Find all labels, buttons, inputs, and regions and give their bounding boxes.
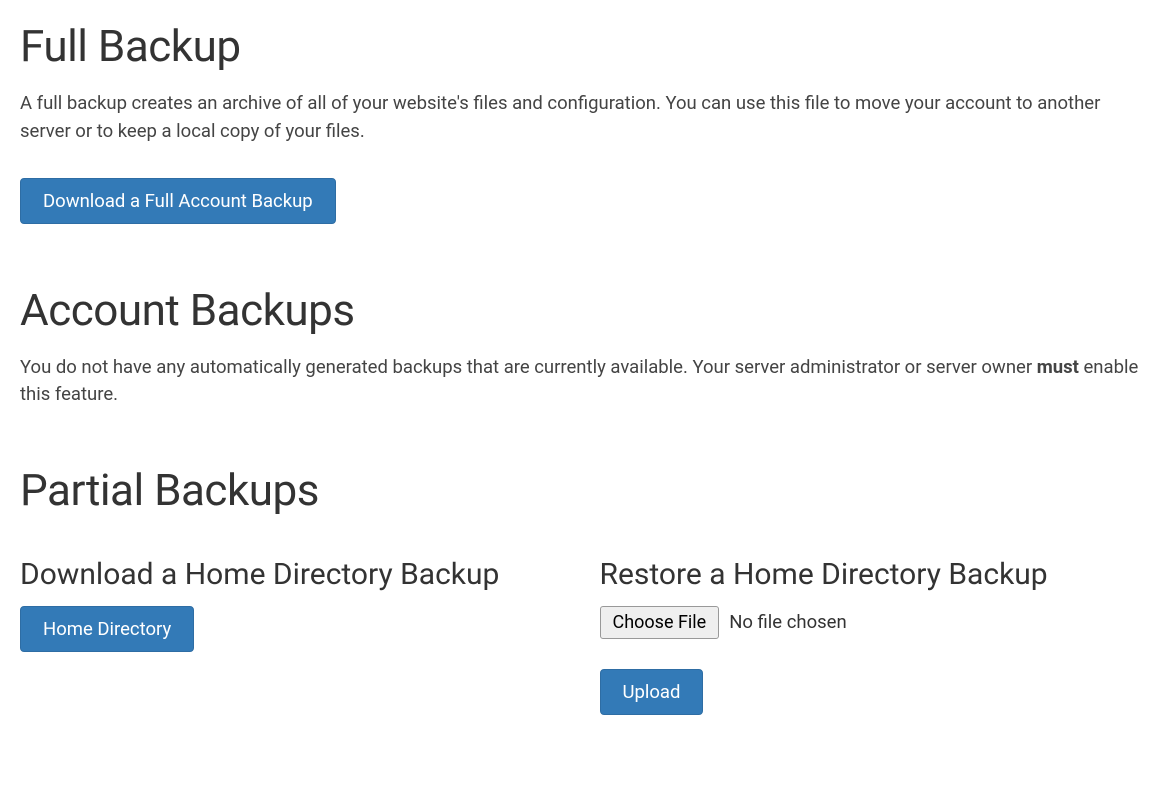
choose-file-button[interactable]: Choose File	[600, 606, 720, 639]
full-backup-description: A full backup creates an archive of all …	[20, 90, 1139, 146]
partial-backups-title: Partial Backups	[20, 464, 1139, 516]
home-directory-button[interactable]: Home Directory	[20, 606, 194, 652]
download-full-account-backup-button[interactable]: Download a Full Account Backup	[20, 178, 336, 224]
full-backup-title: Full Backup	[20, 20, 1139, 72]
account-backups-title: Account Backups	[20, 284, 1139, 336]
account-backups-desc-pre: You do not have any automatically genera…	[20, 356, 1037, 378]
account-backups-desc-strong: must	[1037, 356, 1079, 378]
upload-button[interactable]: Upload	[600, 669, 704, 715]
account-backups-description: You do not have any automatically genera…	[20, 354, 1139, 410]
download-home-directory-title: Download a Home Directory Backup	[20, 556, 560, 594]
restore-home-directory-title: Restore a Home Directory Backup	[600, 556, 1140, 594]
no-file-chosen-text: No file chosen	[729, 611, 847, 633]
